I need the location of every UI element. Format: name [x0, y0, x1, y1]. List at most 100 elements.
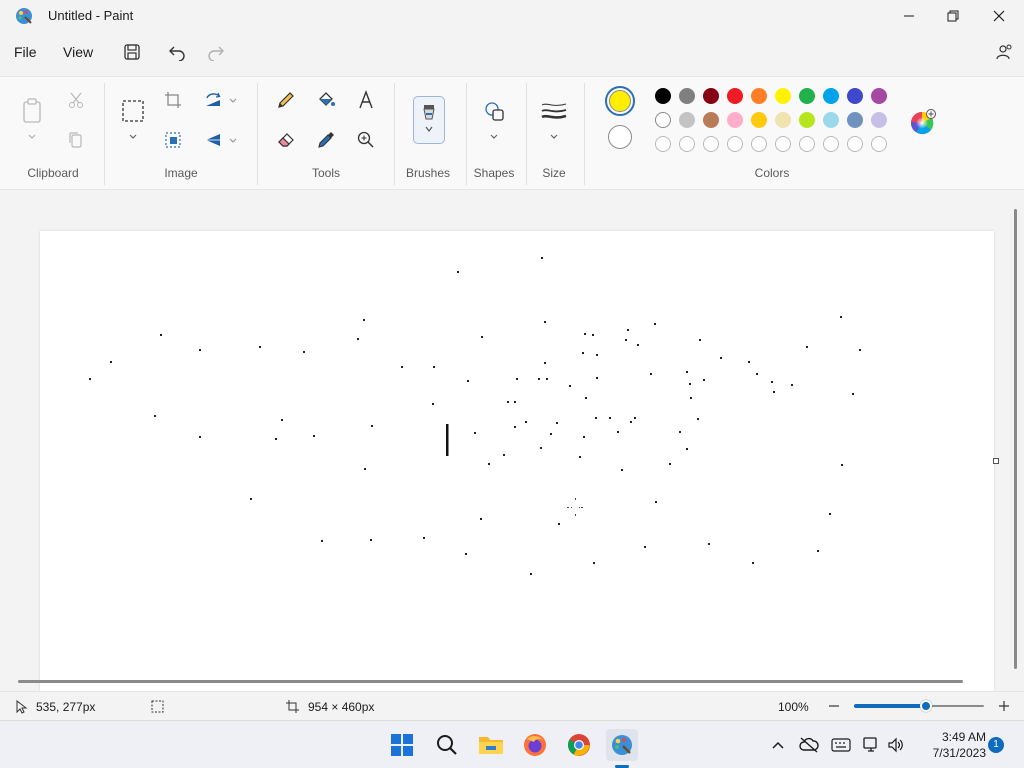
show-hidden-icons-button[interactable] [768, 735, 788, 755]
paste-icon [23, 98, 41, 123]
palette-swatch[interactable] [751, 88, 767, 104]
ribbon-divider [104, 83, 105, 185]
size-button[interactable] [541, 98, 567, 124]
windows-start-icon [391, 734, 413, 756]
custom-color-slot[interactable] [751, 136, 767, 152]
minimize-button[interactable] [886, 0, 932, 32]
palette-swatch[interactable] [679, 88, 695, 104]
drawing-canvas[interactable] [40, 231, 994, 691]
clipboard-group-label: Clipboard [27, 166, 79, 180]
custom-color-slot[interactable] [799, 136, 815, 152]
chevron-down-icon[interactable] [549, 133, 559, 141]
close-button[interactable] [976, 0, 1022, 32]
close-icon [993, 10, 1005, 22]
clock[interactable]: 3:49 AM 7/31/2023 [916, 729, 986, 761]
secondary-color-button[interactable] [608, 125, 632, 149]
save-button[interactable] [120, 40, 144, 64]
edit-colors-button[interactable] [910, 109, 936, 135]
pencil-button[interactable] [273, 87, 299, 113]
select-button[interactable] [120, 98, 146, 124]
color-picker-button[interactable] [313, 127, 339, 153]
palette-swatch[interactable] [775, 112, 791, 128]
restore-button[interactable] [930, 0, 976, 32]
palette-swatch[interactable] [823, 88, 839, 104]
chevron-down-icon[interactable] [228, 97, 238, 105]
palette-swatch[interactable] [679, 112, 695, 128]
primary-color-button[interactable] [605, 86, 635, 116]
palette-swatch[interactable] [703, 88, 719, 104]
file-explorer-button[interactable] [475, 729, 507, 761]
pencil-icon [278, 92, 294, 108]
palette-swatch[interactable] [775, 88, 791, 104]
keyboard-icon [831, 738, 851, 752]
paint-taskbar-button[interactable] [606, 729, 638, 761]
file-menu[interactable]: File [14, 44, 37, 60]
account-button[interactable] [992, 40, 1016, 64]
custom-color-slot[interactable] [823, 136, 839, 152]
chevron-down-icon[interactable] [489, 133, 499, 141]
palette-swatch[interactable] [751, 112, 767, 128]
flip-icon [205, 134, 220, 146]
palette-swatch[interactable] [655, 88, 671, 104]
palette-swatch[interactable] [871, 88, 887, 104]
palette-swatch[interactable] [847, 88, 863, 104]
brushes-button[interactable] [413, 96, 445, 144]
palette-swatch[interactable] [871, 112, 887, 128]
view-menu[interactable]: View [63, 44, 93, 60]
copy-button[interactable] [63, 127, 89, 153]
chevron-down-icon[interactable] [228, 137, 238, 145]
palette-swatch[interactable] [799, 112, 815, 128]
rotate-button[interactable] [200, 87, 226, 113]
magnifier-button[interactable] [353, 127, 379, 153]
shapes-button[interactable] [481, 98, 507, 124]
text-button[interactable] [353, 87, 379, 113]
canvas-size: 954 × 460px [308, 700, 375, 714]
palette-swatch[interactable] [655, 112, 671, 128]
zoom-slider-thumb[interactable] [919, 700, 932, 712]
custom-color-slot[interactable] [847, 136, 863, 152]
onedrive-button[interactable] [799, 735, 819, 755]
shapes-icon [485, 102, 504, 121]
network-button[interactable] [862, 735, 882, 755]
palette-swatch[interactable] [799, 88, 815, 104]
palette-swatch[interactable] [847, 112, 863, 128]
canvas-resize-handle[interactable] [993, 458, 999, 464]
custom-color-slot[interactable] [679, 136, 695, 152]
custom-color-slot[interactable] [775, 136, 791, 152]
volume-button[interactable] [886, 735, 906, 755]
horizontal-scrollbar[interactable] [18, 680, 963, 683]
resize-button[interactable] [160, 127, 186, 153]
plus-icon [999, 701, 1009, 711]
text-cursor [446, 424, 449, 456]
redo-button[interactable] [204, 40, 228, 64]
chevron-down-icon[interactable] [128, 133, 138, 141]
undo-button[interactable] [165, 40, 189, 64]
save-icon [124, 44, 140, 60]
search-button[interactable] [431, 729, 463, 761]
flip-button[interactable] [200, 127, 226, 153]
custom-color-slot[interactable] [703, 136, 719, 152]
cut-button[interactable] [63, 87, 89, 113]
eraser-button[interactable] [273, 127, 299, 153]
notification-badge[interactable]: 1 [988, 737, 1004, 753]
palette-swatch[interactable] [727, 112, 743, 128]
keyboard-button[interactable] [831, 735, 851, 755]
custom-color-slot[interactable] [727, 136, 743, 152]
start-button[interactable] [386, 729, 418, 761]
paste-button[interactable] [19, 97, 45, 125]
vertical-scrollbar[interactable] [1014, 209, 1017, 669]
custom-color-slot[interactable] [871, 136, 887, 152]
zoom-slider[interactable] [854, 700, 984, 712]
fill-button[interactable] [313, 87, 339, 113]
palette-swatch[interactable] [823, 112, 839, 128]
firefox-button[interactable] [519, 729, 551, 761]
zoom-out-button[interactable] [826, 697, 842, 715]
palette-swatch[interactable] [703, 112, 719, 128]
custom-color-slot[interactable] [655, 136, 671, 152]
chevron-down-icon[interactable] [27, 133, 37, 141]
crop-button[interactable] [160, 87, 186, 113]
canvas-workspace [0, 191, 1024, 691]
palette-swatch[interactable] [727, 88, 743, 104]
zoom-in-button[interactable] [996, 697, 1012, 715]
chrome-button[interactable] [563, 729, 595, 761]
